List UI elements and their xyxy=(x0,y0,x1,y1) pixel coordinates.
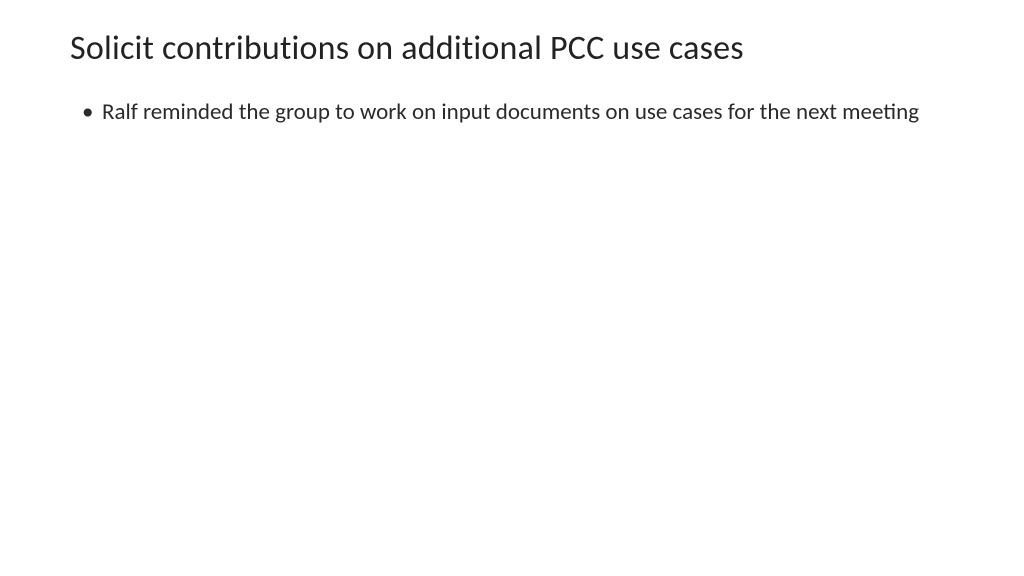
bullet-item: Ralf reminded the group to work on input… xyxy=(82,97,954,128)
slide-title: Solicit contributions on additional PCC … xyxy=(70,28,954,69)
bullet-list: Ralf reminded the group to work on input… xyxy=(70,97,954,128)
